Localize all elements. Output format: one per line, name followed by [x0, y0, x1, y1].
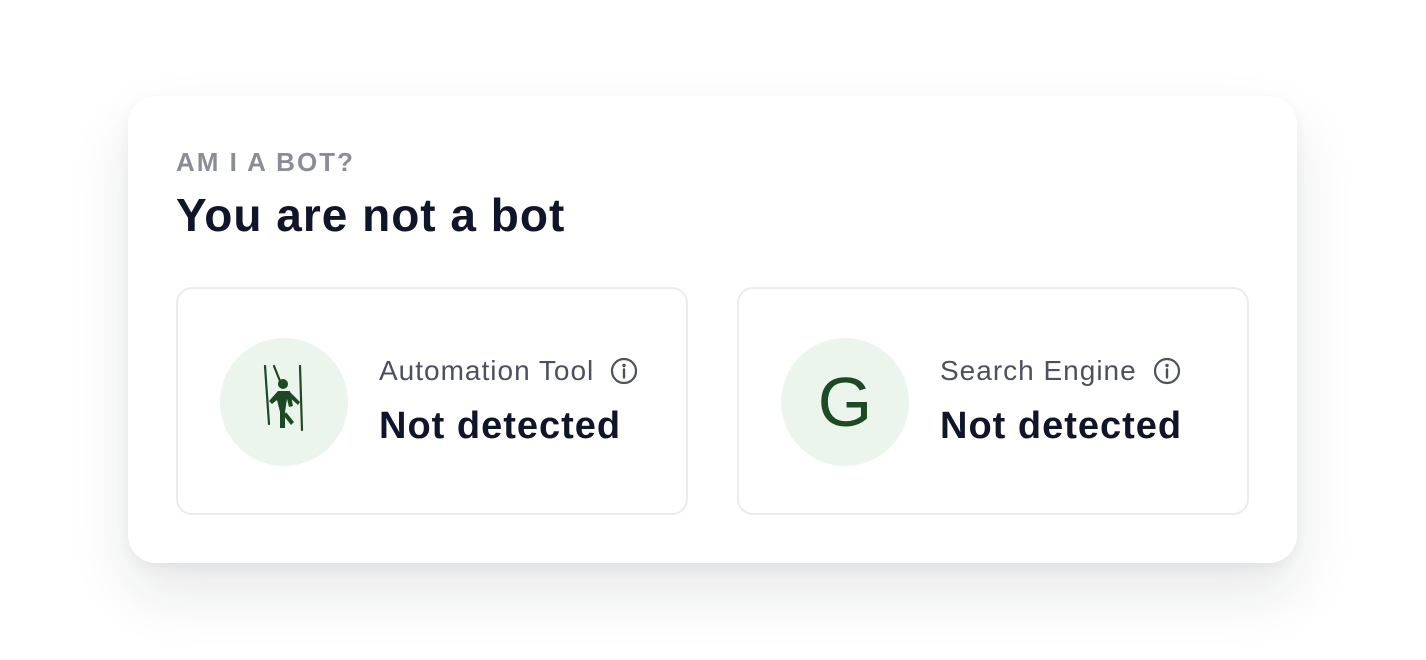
check-label: Search Engine [940, 355, 1137, 386]
check-status: Not detected [940, 405, 1183, 447]
bot-detection-card: AM I A BOT? You are not a bot Automation… [128, 96, 1297, 563]
puppet-icon [260, 364, 308, 441]
info-icon[interactable] [1153, 357, 1181, 385]
search-engine-tile: G Search Engine Not detected [737, 287, 1249, 515]
search-engine-badge: G [781, 338, 909, 466]
check-label: Automation Tool [379, 355, 595, 386]
automation-tool-tile: Automation Tool Not detected [176, 287, 688, 515]
search-engine-label-row: Search Engine [940, 355, 1181, 387]
automation-tool-badge [220, 338, 348, 466]
check-status: Not detected [379, 405, 622, 447]
google-g-icon: G [817, 363, 873, 441]
card-title: You are not a bot [176, 189, 566, 241]
info-icon[interactable] [610, 357, 638, 385]
automation-tool-label-row: Automation Tool [379, 355, 638, 387]
card-eyebrow: AM I A BOT? [176, 147, 355, 177]
